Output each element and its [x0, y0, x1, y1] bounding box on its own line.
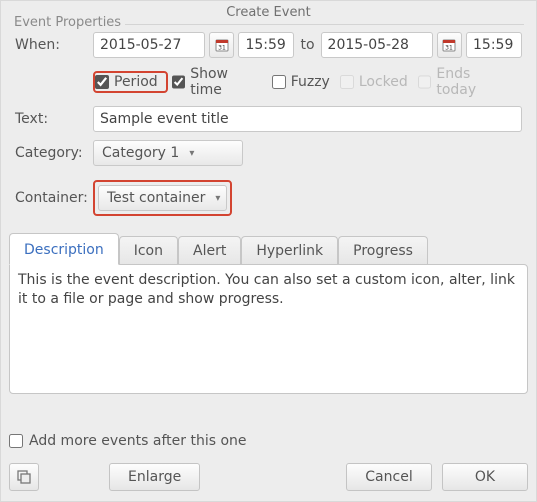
start-date-picker-button[interactable]: 31	[209, 32, 234, 58]
text-row: Text:	[15, 106, 522, 132]
locked-checkbox: Locked	[340, 74, 408, 90]
text-label: Text:	[15, 111, 93, 127]
create-event-dialog: Create Event Event Properties When: 31 t…	[0, 0, 537, 502]
ok-button[interactable]: OK	[442, 463, 528, 491]
fuzzy-checkbox-label: Fuzzy	[291, 74, 330, 90]
period-highlight: Period	[93, 71, 168, 93]
container-combo[interactable]: Test container ▾	[98, 185, 227, 211]
fuzzy-checkbox[interactable]: Fuzzy	[272, 74, 330, 90]
svg-text:31: 31	[445, 45, 453, 52]
calendar-icon: 31	[442, 38, 456, 52]
add-more-label: Add more events after this one	[29, 433, 247, 449]
event-title-input[interactable]	[93, 106, 522, 132]
svg-text:31: 31	[218, 45, 226, 52]
category-label: Category:	[15, 145, 93, 161]
when-row: When: 31 to 31	[15, 32, 522, 58]
locked-checkbox-label: Locked	[359, 74, 408, 90]
period-checkbox-label: Period	[114, 74, 158, 90]
container-label: Container:	[15, 190, 93, 206]
duplicate-button[interactable]	[9, 463, 39, 491]
options-row: Period Show time Fuzzy Locked Ends today	[15, 66, 522, 98]
event-properties-fieldset: Event Properties When: 31 to 31	[9, 24, 528, 232]
fieldset-label: Event Properties	[11, 15, 124, 30]
cancel-button[interactable]: Cancel	[346, 463, 432, 491]
details-tabs: Description Icon Alert Hyperlink Progres…	[9, 232, 528, 394]
chevron-down-icon: ▾	[189, 148, 194, 159]
tab-progress[interactable]: Progress	[338, 236, 428, 265]
tab-icon[interactable]: Icon	[119, 236, 178, 265]
show-time-checkbox[interactable]: Show time	[172, 66, 262, 98]
container-row: Container: Test container ▾	[15, 180, 522, 216]
show-time-checkbox-label: Show time	[190, 66, 262, 98]
chevron-down-icon: ▾	[215, 193, 220, 204]
category-combo-value: Category 1	[102, 145, 179, 161]
container-highlight: Test container ▾	[93, 180, 232, 216]
tab-alert[interactable]: Alert	[178, 236, 241, 265]
button-row: Enlarge Cancel OK	[9, 463, 528, 491]
calendar-icon: 31	[215, 38, 229, 52]
tab-hyperlink[interactable]: Hyperlink	[241, 236, 338, 265]
container-combo-value: Test container	[107, 190, 205, 206]
add-more-checkbox[interactable]: Add more events after this one	[9, 433, 528, 449]
fieldset-divider	[125, 24, 524, 25]
category-combo[interactable]: Category 1 ▾	[93, 140, 243, 166]
category-row: Category: Category 1 ▾	[15, 140, 522, 166]
end-time-input[interactable]	[466, 32, 522, 58]
when-label: When:	[15, 37, 93, 53]
to-label: to	[300, 37, 314, 53]
end-date-picker-button[interactable]: 31	[437, 32, 462, 58]
description-textarea[interactable]: This is the event description. You can a…	[9, 264, 528, 394]
ends-today-checkbox: Ends today	[418, 66, 512, 98]
tab-description[interactable]: Description	[9, 233, 119, 265]
ends-today-checkbox-label: Ends today	[436, 66, 512, 98]
tabs-header: Description Icon Alert Hyperlink Progres…	[9, 232, 528, 264]
start-date-input[interactable]	[93, 32, 205, 58]
end-date-input[interactable]	[321, 32, 433, 58]
enlarge-button[interactable]: Enlarge	[109, 463, 200, 491]
start-time-input[interactable]	[238, 32, 294, 58]
dialog-bottom: Add more events after this one Enlarge C…	[9, 433, 528, 491]
duplicate-icon	[16, 469, 32, 485]
period-checkbox[interactable]: Period	[95, 74, 158, 90]
